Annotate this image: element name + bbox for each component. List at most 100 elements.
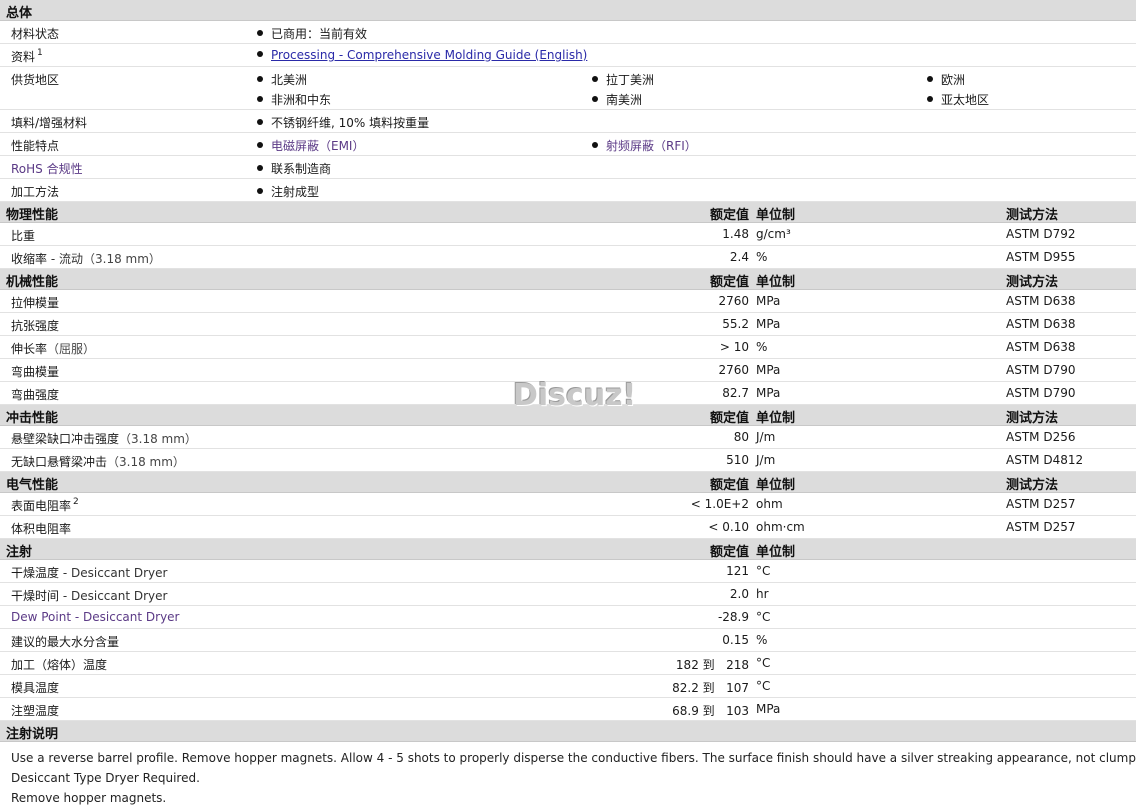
header-unit: 单位制	[756, 208, 796, 223]
property-value: 2.4	[729, 250, 749, 264]
property-sections: 物理性能 额定值 单位制 测试方法 比重 1.48 g/cm³ ASTM D792 收缩率 - …	[0, 202, 1136, 721]
property-name: 加工（熔体）温度	[11, 658, 108, 672]
property-label: 无缺口悬臂梁冲击（3.18 mm）	[11, 453, 185, 470]
status-value: 已商用：当前有效	[257, 25, 367, 42]
property-row: 悬壁梁缺口冲击强度（3.18 mm） 80 J/m ASTM D256	[0, 426, 1136, 449]
property-row: 无缺口悬臂梁冲击（3.18 mm） 510 J/m ASTM D4812	[0, 449, 1136, 472]
property-method: ASTM D256	[1006, 430, 1076, 444]
property-label: 弯曲强度	[11, 386, 59, 403]
property-label: 伸长率（屈服）	[11, 340, 95, 357]
property-row: 抗张强度 55.2 MPa ASTM D638	[0, 313, 1136, 336]
property-value: 182 到 218	[675, 658, 749, 672]
property-method: ASTM D790	[1006, 363, 1076, 377]
property-condition: - Desiccant Dryer	[62, 566, 168, 580]
header-value: 额定值	[709, 411, 749, 426]
row-documents: 资料 1 Processing - Comprehensive Molding G…	[0, 44, 1136, 67]
note-line: Desiccant Type Dryer Required.	[11, 771, 200, 785]
property-unit: J/m	[756, 453, 776, 467]
row-features: 性能特点 电磁屏蔽（EMI） 射频屏蔽（RFI）	[0, 133, 1136, 156]
region-item: 拉丁美洲	[592, 71, 654, 88]
property-name: 收缩率	[11, 252, 48, 266]
section-notes: 注射说明	[0, 721, 1136, 742]
property-row: 干燥温度 - Desiccant Dryer 121 °C	[0, 560, 1136, 583]
property-label: 收缩率 - 流动（3.18 mm）	[11, 250, 161, 267]
row-rohs: RoHS 合规性 联系制造商	[0, 156, 1136, 179]
region-item: 非洲和中东	[257, 91, 331, 108]
note-line: Remove hopper magnets.	[11, 791, 167, 805]
header-method: 测试方法	[1006, 275, 1059, 290]
property-name: 拉伸模量	[11, 296, 60, 310]
property-unit: %	[756, 250, 768, 264]
property-unit: %	[756, 633, 768, 647]
section-injection: 注射 额定值 单位制	[0, 539, 1136, 560]
property-name: 表面电阻率	[11, 499, 72, 513]
property-name: 干燥时间	[11, 589, 60, 603]
row-process-method: 加工方法 注射成型	[0, 179, 1136, 202]
header-value: 额定值	[709, 478, 749, 493]
feature-item: 电磁屏蔽（EMI）	[257, 137, 364, 154]
property-value: 80	[733, 430, 749, 444]
header-value: 额定值	[709, 545, 749, 560]
region-item: 亚太地区	[927, 91, 989, 108]
region-item: 南美洲	[592, 91, 642, 108]
feature-item: 射频屏蔽（RFI）	[592, 137, 697, 154]
property-value: > 10	[719, 340, 749, 354]
docs-link[interactable]: Processing - Comprehensive Molding Guide…	[271, 48, 587, 62]
property-value: 1.48	[722, 227, 749, 241]
property-row: 建议的最大水分含量 0.15%	[0, 629, 1136, 652]
property-unit: g/cm³	[756, 227, 791, 241]
property-condition: - Desiccant Dryer	[62, 589, 168, 603]
row-label: RoHS 合规性	[11, 162, 83, 176]
row-label: 填料/增强材料	[11, 116, 88, 130]
property-unit: hr	[756, 587, 769, 601]
property-name: 模具温度	[11, 681, 60, 695]
property-label: 建议的最大水分含量	[11, 633, 119, 650]
property-row: 拉伸模量 2760 MPa ASTM D638	[0, 290, 1136, 313]
property-value: 510	[726, 453, 749, 467]
section-title: 物理性能	[6, 208, 59, 223]
section-title: 冲击性能	[6, 411, 59, 426]
header-unit: 单位制	[756, 275, 796, 290]
property-label: 比重	[11, 227, 35, 244]
property-value: 82.7	[722, 386, 749, 400]
property-method: ASTM D955	[1006, 250, 1076, 264]
header-method: 测试方法	[1006, 411, 1059, 426]
property-name: Dew Point - Desiccant Dryer	[11, 610, 180, 624]
property-value: -28.9	[717, 610, 749, 624]
property-label: 干燥温度 - Desiccant Dryer	[11, 564, 167, 581]
section-title: 总体	[6, 6, 33, 21]
property-row: 加工（熔体）温度 182 到 218 °C	[0, 652, 1136, 675]
watermark-logo: Discuz!	[513, 378, 637, 413]
header-value: 额定值	[709, 275, 749, 290]
section-title: 电气性能	[6, 478, 59, 493]
header-unit: 单位制	[756, 411, 796, 426]
property-label: Dew Point - Desiccant Dryer	[11, 610, 179, 624]
section-title: 注射	[6, 545, 33, 560]
property-method: ASTM D792	[1006, 227, 1076, 241]
section-mechanical: 机械性能 额定值 单位制 测试方法	[0, 269, 1136, 290]
property-label: 悬壁梁缺口冲击强度（3.18 mm）	[11, 430, 197, 447]
property-label: 弯曲模量	[11, 363, 59, 380]
property-name: 注塑温度	[11, 704, 60, 718]
property-condition: （3.18 mm）	[83, 252, 161, 266]
row-label: 供货地区	[11, 73, 60, 87]
property-method: ASTM D790	[1006, 386, 1076, 400]
property-name: 比重	[11, 229, 36, 243]
property-condition: - 流动	[50, 252, 83, 266]
header-method: 测试方法	[1006, 208, 1059, 223]
footnote-marker: 2	[73, 497, 79, 507]
property-value: 2.0	[729, 587, 749, 601]
property-value: 82.2 到 107	[672, 681, 749, 695]
region-item: 欧洲	[927, 71, 965, 88]
property-value: < 1.0E+2	[690, 497, 749, 511]
property-method: ASTM D638	[1006, 317, 1076, 331]
row-regions: 供货地区 北美洲 拉丁美洲 欧洲 非洲和中东 南美洲 亚太地区	[0, 67, 1136, 110]
property-row: 表面电阻率 2 < 1.0E+2 ohm ASTM D257	[0, 493, 1136, 516]
property-unit: MPa	[756, 294, 781, 308]
property-unit: ohm·cm	[756, 520, 805, 534]
property-method: ASTM D638	[1006, 294, 1076, 308]
property-label: 加工（熔体）温度	[11, 656, 107, 673]
property-unit: °C	[756, 679, 771, 693]
row-material-status: 材料状态 已商用：当前有效	[0, 21, 1136, 44]
property-row: 收缩率 - 流动（3.18 mm） 2.4% ASTM D955	[0, 246, 1136, 269]
